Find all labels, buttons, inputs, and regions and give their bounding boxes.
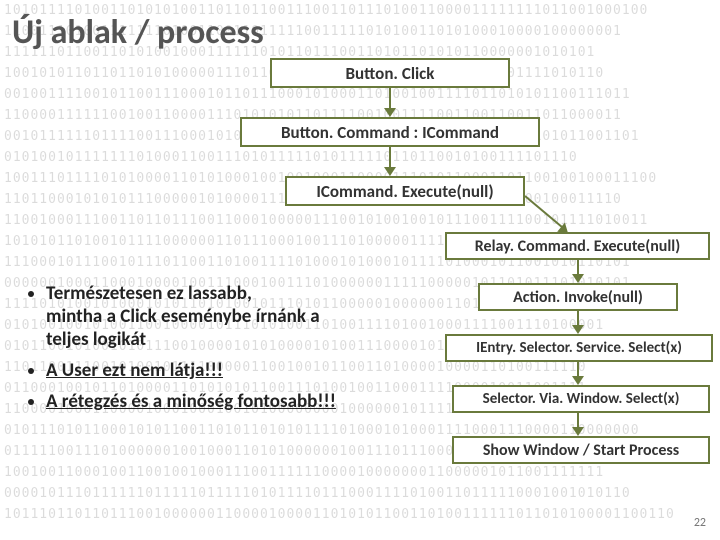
bullet-item: A User ezt nem látja!!! [46,359,422,382]
flow-box-button-command: Button. Command : ICommand [240,117,540,147]
flow-box-ientry-selector: IEntry. Selector. Service. Select(x) [445,334,713,362]
flow-box-selector-via-window: Selector. Via. Window. Select(x) [452,385,710,413]
arrow-head-icon [572,325,584,334]
bullet-list: Természetesen ez lassabb, mintha a Click… [22,282,422,421]
flow-box-relay-command: Relay. Command. Execute(null) [445,232,710,260]
arrow-head-icon [572,427,584,436]
bullet-text: Természetesen ez lassabb, [46,282,422,305]
flow-box-button-click: Button. Click [270,58,510,88]
arrow [389,88,391,108]
arrow [577,362,579,376]
flow-box-icommand-execute: ICommand. Execute(null) [285,176,525,206]
slide-number: 22 [694,516,706,530]
arrow [577,311,579,325]
slide: 1010111101001101010100110110110011100110… [0,0,720,540]
arrow-head-icon [384,108,396,117]
arrow [389,147,391,167]
flow-box-action-invoke: Action. Invoke(null) [478,283,678,311]
arrow-head-icon [572,376,584,385]
arrow [577,260,579,274]
bullet-text: A User ezt nem látja!!! [46,359,223,382]
bullet-item: A rétegzés és a minőség fontosabb!!! [46,390,422,413]
arrow-head-icon [384,167,396,176]
bullet-text: teljes logikát [46,328,422,351]
flow-box-show-window: Show Window / Start Process [452,436,710,464]
bullet-item: Természetesen ez lassabb, mintha a Click… [46,282,422,351]
bullet-text: mintha a Click eseménybe írnánk a [46,305,422,328]
arrow-head-icon [572,274,584,283]
arrow [577,413,579,427]
page-title: Új ablak / process [12,12,264,53]
bullet-text: A rétegzés és a minőség fontosabb!!! [46,390,336,413]
